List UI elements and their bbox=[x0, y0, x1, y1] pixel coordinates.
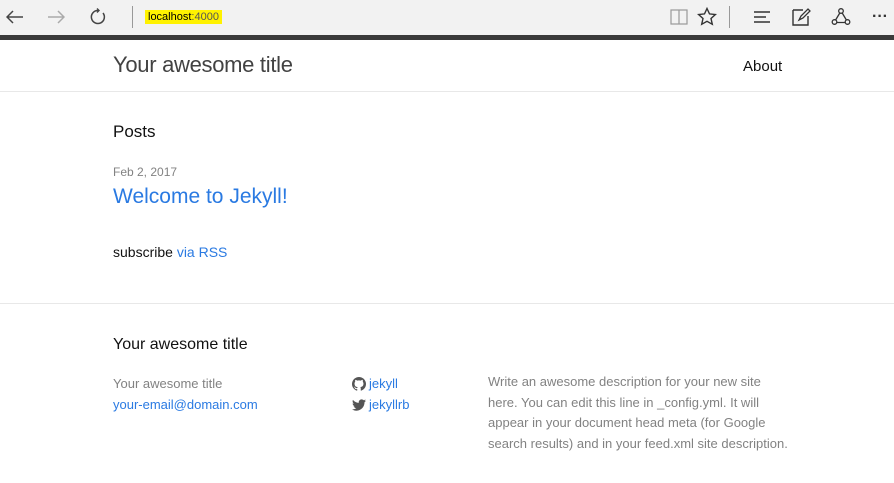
footer-social-list: jekyll jekyllrb bbox=[352, 373, 409, 415]
site-header: Your awesome title About bbox=[0, 40, 894, 92]
reading-view-icon[interactable] bbox=[667, 5, 691, 29]
hub-icon[interactable] bbox=[750, 5, 774, 29]
footer-contact-list: Your awesome title your-email@domain.com bbox=[113, 373, 258, 415]
footer-heading: Your awesome title bbox=[113, 336, 248, 353]
site-title-link[interactable]: Your awesome title bbox=[113, 52, 293, 78]
twitter-icon bbox=[352, 398, 366, 411]
github-icon bbox=[352, 376, 366, 391]
twitter-username[interactable]: jekyllrb bbox=[369, 394, 409, 415]
post-date: Feb 2, 2017 bbox=[113, 165, 178, 179]
rss-link[interactable]: via RSS bbox=[177, 244, 228, 260]
twitter-link[interactable]: jekyllrb bbox=[352, 394, 409, 415]
subscribe-line: subscribe via RSS bbox=[113, 244, 227, 260]
forward-arrow-icon[interactable] bbox=[43, 4, 69, 30]
footer-name: Your awesome title bbox=[113, 376, 223, 391]
address-bar[interactable]: localhost:4000 bbox=[133, 6, 222, 28]
browser-toolbar: localhost:4000 ··· bbox=[0, 0, 894, 35]
subscribe-text: subscribe bbox=[113, 244, 173, 260]
web-note-icon[interactable] bbox=[789, 5, 813, 29]
favorite-star-icon[interactable] bbox=[695, 5, 719, 29]
footer-email-link[interactable]: your-email@domain.com bbox=[113, 394, 258, 415]
more-icon[interactable]: ··· bbox=[868, 5, 892, 29]
back-arrow-icon[interactable] bbox=[2, 4, 28, 30]
toolbar-separator bbox=[729, 6, 730, 28]
github-link[interactable]: jekyll bbox=[352, 373, 409, 394]
site-footer: Your awesome title Your awesome title yo… bbox=[0, 303, 894, 483]
github-username[interactable]: jekyll bbox=[369, 373, 398, 394]
site-description: Write an awesome description for your ne… bbox=[488, 374, 788, 451]
url-text[interactable]: localhost:4000 bbox=[145, 10, 222, 24]
post-title-link[interactable]: Welcome to Jekyll! bbox=[113, 185, 288, 209]
refresh-icon[interactable] bbox=[85, 4, 111, 30]
share-icon[interactable] bbox=[829, 5, 853, 29]
nav-about-link[interactable]: About bbox=[743, 58, 782, 75]
posts-heading: Posts bbox=[113, 122, 156, 141]
